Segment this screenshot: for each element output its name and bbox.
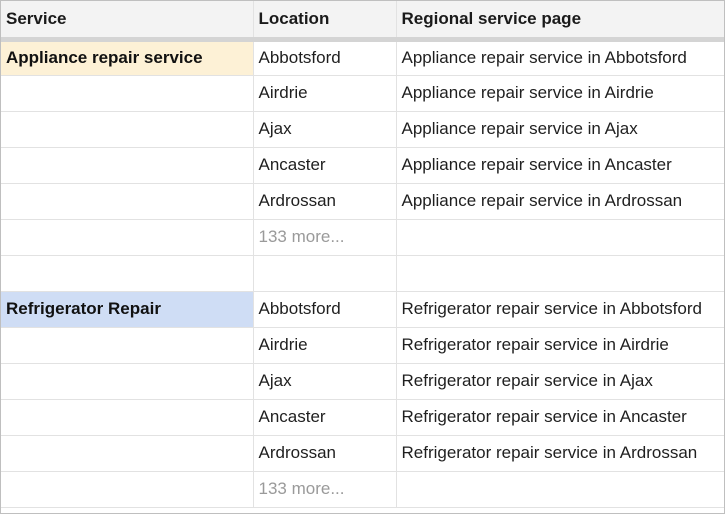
table-row: Airdrie Appliance repair service in Aird… [1, 75, 724, 112]
spacer-row [1, 255, 724, 292]
table-row: Ardrossan Refrigerator repair service in… [1, 435, 724, 472]
service-cell-empty[interactable] [1, 75, 254, 112]
location-cell[interactable]: Ancaster [253, 399, 397, 436]
more-locations-link[interactable]: 133 more... [253, 471, 397, 508]
regional-page-cell[interactable]: Refrigerator repair service in Abbotsfor… [396, 291, 724, 328]
service-table-sheet: Service Location Regional service page A… [0, 0, 725, 514]
regional-page-cell[interactable]: Refrigerator repair service in Airdrie [396, 327, 724, 364]
header-regional-service-page[interactable]: Regional service page [396, 1, 724, 42]
more-row: 133 more... [1, 471, 724, 508]
table-row: Ajax Appliance repair service in Ajax [1, 111, 724, 148]
location-cell[interactable]: Ardrossan [253, 435, 397, 472]
location-cell[interactable]: Ardrossan [253, 183, 397, 220]
regional-page-cell[interactable]: Refrigerator repair service in Ancaster [396, 399, 724, 436]
service-cell-empty[interactable] [1, 147, 254, 184]
regional-page-cell[interactable]: Appliance repair service in Airdrie [396, 75, 724, 112]
regional-page-cell[interactable]: Refrigerator repair service in Ajax [396, 363, 724, 400]
table-row: Ancaster Appliance repair service in Anc… [1, 147, 724, 184]
table-row: Ajax Refrigerator repair service in Ajax [1, 363, 724, 400]
more-locations-link[interactable]: 133 more... [253, 219, 397, 256]
table-row: Ancaster Refrigerator repair service in … [1, 399, 724, 436]
service-cell-empty[interactable] [1, 435, 254, 472]
empty-cell[interactable] [253, 255, 397, 292]
service-cell-empty[interactable] [1, 327, 254, 364]
location-cell[interactable]: Ancaster [253, 147, 397, 184]
service-cell-empty[interactable] [1, 183, 254, 220]
header-location[interactable]: Location [253, 1, 397, 42]
service-cell-empty[interactable] [1, 471, 254, 508]
service-cell-appliance[interactable]: Appliance repair service [1, 39, 254, 76]
table-row: Appliance repair service Abbotsford Appl… [1, 39, 724, 76]
more-row: 133 more... [1, 219, 724, 256]
table-row: Refrigerator Repair Abbotsford Refrigera… [1, 291, 724, 328]
service-cell-empty[interactable] [1, 111, 254, 148]
location-cell[interactable]: Airdrie [253, 327, 397, 364]
service-cell-empty[interactable] [1, 363, 254, 400]
regional-page-cell[interactable]: Appliance repair service in Ardrossan [396, 183, 724, 220]
location-cell[interactable]: Abbotsford [253, 291, 397, 328]
table-row: Airdrie Refrigerator repair service in A… [1, 327, 724, 364]
location-cell[interactable]: Airdrie [253, 75, 397, 112]
service-location-table: Service Location Regional service page A… [1, 1, 724, 508]
service-cell-refrigerator[interactable]: Refrigerator Repair [1, 291, 254, 328]
header-row: Service Location Regional service page [1, 1, 724, 42]
empty-cell[interactable] [1, 255, 254, 292]
location-cell[interactable]: Ajax [253, 363, 397, 400]
regional-page-cell[interactable]: Refrigerator repair service in Ardrossan [396, 435, 724, 472]
table-row: Ardrossan Appliance repair service in Ar… [1, 183, 724, 220]
regional-page-cell[interactable]: Appliance repair service in Ajax [396, 111, 724, 148]
location-cell[interactable]: Abbotsford [253, 39, 397, 76]
service-cell-empty[interactable] [1, 219, 254, 256]
location-cell[interactable]: Ajax [253, 111, 397, 148]
regional-page-cell-empty[interactable] [396, 471, 724, 508]
header-service[interactable]: Service [1, 1, 254, 42]
regional-page-cell-empty[interactable] [396, 219, 724, 256]
service-cell-empty[interactable] [1, 399, 254, 436]
regional-page-cell[interactable]: Appliance repair service in Ancaster [396, 147, 724, 184]
empty-cell[interactable] [396, 255, 724, 292]
regional-page-cell[interactable]: Appliance repair service in Abbotsford [396, 39, 724, 76]
